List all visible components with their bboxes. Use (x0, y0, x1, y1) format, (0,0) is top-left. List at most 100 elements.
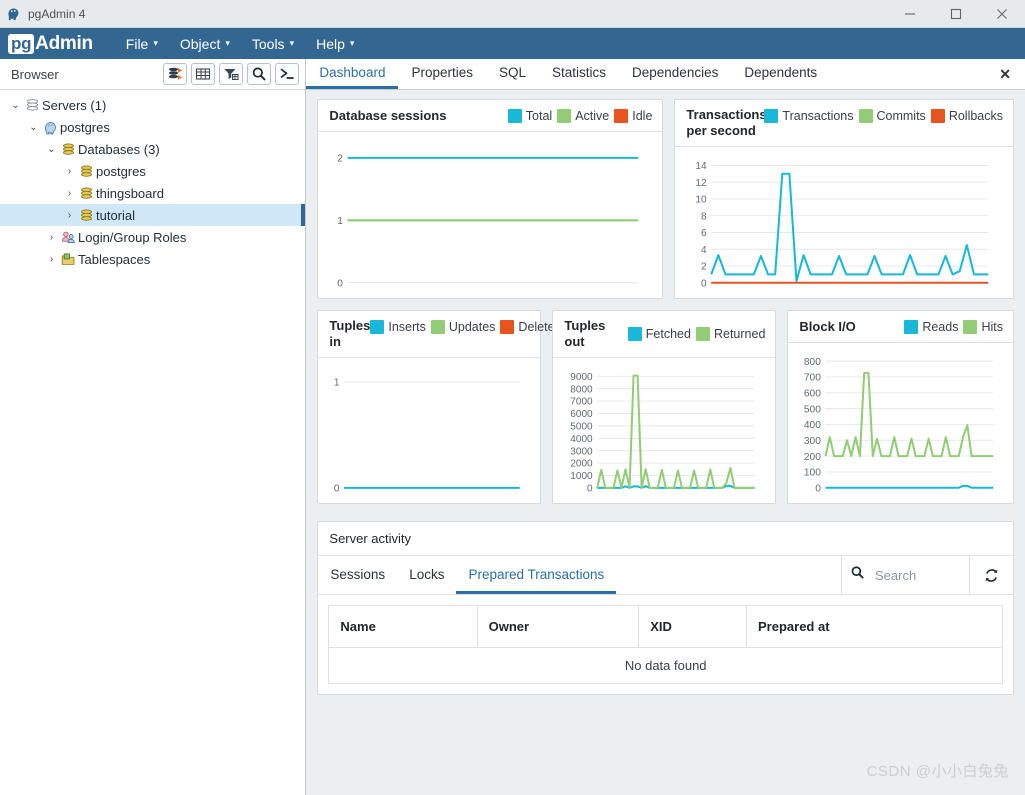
chart-database-sessions: 0 1 2 (318, 132, 662, 298)
browser-header: Browser (0, 59, 306, 90)
legend-item[interactable]: Hits (963, 319, 1003, 334)
search-icon[interactable] (247, 63, 272, 85)
chevron-right-icon[interactable]: › (62, 188, 77, 199)
legend-swatch-fetched (627, 327, 642, 341)
dashboard-row-2: Tuples in Inserts Updates Deletes 0 1 Tu… (317, 310, 1014, 504)
chevron-right-icon[interactable]: › (44, 254, 59, 265)
legend-item[interactable]: Rollbacks (930, 109, 1003, 123)
close-tab-icon[interactable]: ✕ (985, 59, 1025, 89)
sa-tab-locks[interactable]: Locks (397, 556, 456, 594)
object-tree[interactable]: ⌄ Servers (1) ⌄ postgres ⌄ Databases (3) › post… (0, 90, 306, 795)
legend-item[interactable]: Idle (614, 108, 652, 123)
search-input[interactable] (875, 567, 961, 583)
server-activity-search[interactable] (841, 556, 969, 594)
sa-tab-sessions[interactable]: Sessions (318, 556, 397, 594)
maximize-button[interactable] (933, 0, 979, 28)
chart-transactions-per-second: 0 2 4 6 8 10 12 14 (675, 147, 1013, 298)
legend-item[interactable]: Commits (858, 109, 926, 123)
grid-view-icon[interactable] (191, 63, 216, 85)
y-axis-tick-label: 600 (804, 388, 821, 399)
tab-sql[interactable]: SQL (486, 59, 539, 89)
menu-help[interactable]: Help ▾ (305, 33, 365, 55)
roles-icon (59, 230, 78, 245)
window-titlebar: pgAdmin 4 (0, 0, 1025, 28)
chart-svg: 01 (334, 378, 521, 494)
chevron-down-icon: ▾ (153, 38, 158, 48)
menu-tools[interactable]: Tools ▾ (241, 33, 305, 55)
minimize-button[interactable] (887, 0, 933, 28)
tree-item-postgres[interactable]: › postgres (0, 160, 305, 182)
tab-properties[interactable]: Properties (398, 59, 486, 89)
panel-transactions-per-second: Transactions per second Transactions Com… (674, 99, 1014, 299)
legend-item[interactable]: Returned (695, 327, 765, 341)
panel-title: Tuples out (564, 318, 606, 349)
tree-item-login-group-roles[interactable]: › Login/Group Roles (0, 226, 305, 248)
browser-panel: Browser ⌄ Servers (1) ⌄ postgres ⌄ Datab… (0, 59, 307, 795)
panel-title-text: Tuples in (329, 318, 371, 349)
empty-message: No data found (328, 647, 1003, 684)
panel-block-io: Block I/O Reads Hits 0 100 200 300 400 5… (787, 310, 1014, 504)
filter-icon[interactable] (219, 63, 244, 85)
column-header-name[interactable]: Name (328, 605, 478, 648)
tab-dependencies[interactable]: Dependencies (619, 59, 731, 89)
tree-item-databases-3[interactable]: ⌄ Databases (3) (0, 138, 305, 160)
tree-item-servers-1[interactable]: ⌄ Servers (1) (0, 94, 305, 116)
query-tool-icon[interactable] (275, 63, 300, 85)
sa-tab-prepared-transactions[interactable]: Prepared Transactions (456, 556, 617, 594)
table-empty-row: No data found (328, 647, 1003, 684)
legend-item[interactable]: Inserts (370, 320, 426, 334)
add-server-icon[interactable] (163, 63, 188, 85)
chevron-down-icon[interactable]: ⌄ (44, 144, 59, 155)
legend-item[interactable]: Active (557, 108, 609, 123)
y-axis-tick-label: 400 (804, 420, 821, 431)
tree-item-tutorial[interactable]: › tutorial (0, 204, 306, 226)
chevron-right-icon[interactable]: › (44, 232, 59, 243)
column-header-xid[interactable]: XID (638, 605, 748, 648)
tab-dependents[interactable]: Dependents (731, 59, 830, 89)
chart-svg: 010002000 300040005000 60007000 80009000 (571, 372, 756, 494)
y-axis-tick-label: 6 (701, 228, 707, 239)
tree-item-thingsboard[interactable]: › thingsboard (0, 182, 305, 204)
chevron-right-icon[interactable]: › (62, 166, 77, 177)
chevron-right-icon[interactable]: › (62, 210, 77, 221)
close-button[interactable] (979, 0, 1025, 28)
column-header-owner[interactable]: Owner (476, 605, 640, 648)
y-axis-tick-label: 700 (804, 373, 821, 384)
chevron-down-icon[interactable]: ⌄ (26, 122, 41, 133)
panel-header: Transactions per second Transactions Com… (675, 100, 1013, 147)
tree-item-label: postgres (96, 163, 146, 179)
tree-item-tablespaces[interactable]: › Tablespaces (0, 248, 305, 270)
server-activity-header: Server activity (318, 522, 1013, 556)
legend-label: Rollbacks (948, 109, 1003, 123)
menu-file[interactable]: File ▾ (115, 33, 169, 55)
tree-item-label: Tablespaces (78, 251, 151, 267)
dashboard-row-1: Database sessions Total Active Idle 0 1 … (317, 99, 1014, 299)
tab-statistics[interactable]: Statistics (539, 59, 619, 89)
menu-object[interactable]: Object ▾ (169, 33, 241, 55)
column-header-prepared-at[interactable]: Prepared at (746, 605, 1003, 648)
refresh-button[interactable] (969, 556, 1013, 594)
y-axis-tick-label: 3000 (571, 446, 594, 457)
chart-svg: 0 100 200 300 400 500 600 700 800 (804, 357, 994, 494)
y-axis-tick-label: 0 (816, 483, 822, 494)
y-axis-tick-label: 200 (804, 452, 821, 463)
databases-icon (59, 142, 78, 157)
tab-dashboard[interactable]: Dashboard (306, 59, 399, 89)
refresh-icon (985, 568, 998, 582)
legend-item[interactable]: Total (507, 108, 552, 123)
panel-title: Tuples in (329, 318, 370, 350)
tablespaces-icon (59, 252, 78, 267)
legend-swatch-total (507, 108, 522, 123)
panel-tuples-out: Tuples out Fetched Returned 0 1000 2000 … (552, 310, 777, 504)
legend-item[interactable]: Fetched (627, 327, 691, 341)
legend-item[interactable]: Transactions (764, 109, 854, 123)
y-axis-tick-label: 10 (696, 195, 708, 206)
database-icon (77, 164, 96, 179)
tree-item-postgres[interactable]: ⌄ postgres (0, 116, 305, 138)
legend-item[interactable]: Updates (430, 320, 495, 334)
chevron-down-icon: ▾ (349, 38, 355, 48)
table-body: No data found (328, 647, 1003, 684)
chevron-down-icon[interactable]: ⌄ (8, 100, 23, 111)
menu-object-label: Object (179, 35, 221, 52)
legend-item[interactable]: Reads (904, 319, 958, 334)
